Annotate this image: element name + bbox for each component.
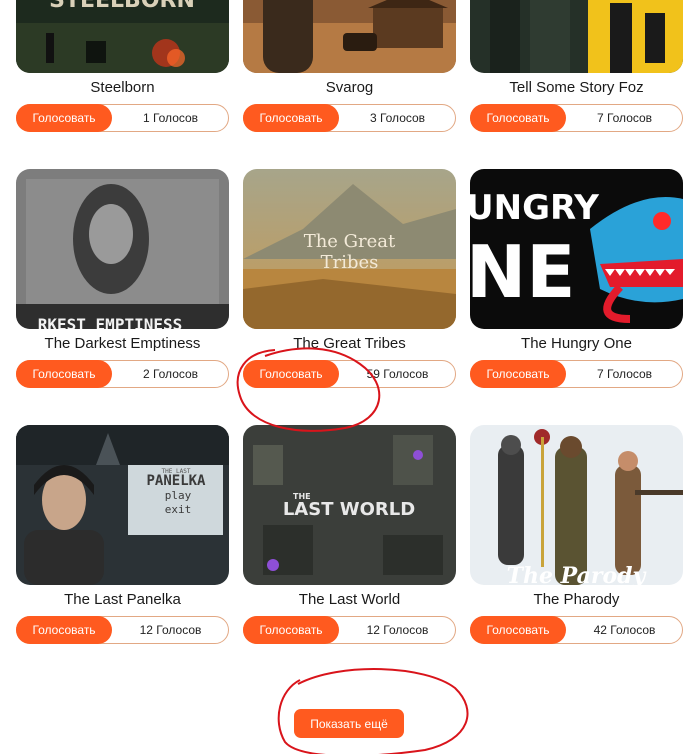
game-cover-text: The Parody (507, 563, 648, 585)
game-cover-image[interactable]: THE LAST WORLD (243, 425, 456, 585)
game-cover-text: exit (165, 503, 192, 516)
game-cover-text: NE (470, 230, 575, 314)
game-title[interactable]: The Great Tribes (243, 335, 456, 352)
vote-button[interactable]: Голосовать (16, 616, 112, 644)
game-cover-text: PANELKA (146, 473, 206, 489)
vote-count: 59 Голосов (366, 367, 429, 381)
vote-control: Голосовать 42 Голосов (470, 616, 683, 644)
vote-count: 7 Голосов (596, 111, 653, 125)
game-cover-image[interactable]: STEELBORN (16, 0, 229, 73)
game-cover-text: LAST WORLD (283, 499, 415, 520)
vote-count: 1 Голосов (142, 111, 199, 125)
vote-control: Голосовать 7 Голосов (470, 360, 683, 388)
game-title[interactable]: The Hungry One (470, 335, 683, 352)
vote-control: Голосовать 7 Голосов (470, 104, 683, 132)
vote-count: 7 Голосов (596, 367, 653, 381)
vote-count: 42 Голосов (593, 623, 656, 637)
game-cover-image[interactable]: The Parody (470, 425, 683, 585)
game-cover-text: The Great (303, 231, 396, 252)
vote-control: Голосовать 12 Голосов (16, 616, 229, 644)
game-title[interactable]: The Darkest Emptiness (16, 335, 229, 352)
vote-control: Голосовать 59 Голосов (243, 360, 456, 388)
game-cover-image[interactable] (243, 0, 456, 73)
game-title[interactable]: Tell Some Story Foz (470, 79, 683, 96)
game-title[interactable]: Steelborn (16, 79, 229, 96)
game-title[interactable]: The Last Panelka (16, 591, 229, 608)
game-cover-image[interactable] (470, 0, 683, 73)
vote-count: 12 Голосов (366, 623, 429, 637)
vote-count: 12 Голосов (139, 623, 202, 637)
game-cover-text: UNGRY (470, 188, 599, 228)
game-cover-text: RKEST EMPTINESS (38, 315, 183, 329)
vote-control: Голосовать 2 Голосов (16, 360, 229, 388)
vote-button[interactable]: Голосовать (243, 616, 339, 644)
vote-control: Голосовать 12 Голосов (243, 616, 456, 644)
game-cover-text: STEELBORN (49, 0, 195, 13)
vote-button[interactable]: Голосовать (470, 616, 566, 644)
vote-control: Голосовать 1 Голосов (16, 104, 229, 132)
game-cover-image[interactable]: The Great Tribes (243, 169, 456, 329)
game-title[interactable]: The Pharody (470, 591, 683, 608)
vote-button[interactable]: Голосовать (243, 360, 339, 388)
vote-count: 3 Голосов (369, 111, 426, 125)
game-title[interactable]: The Last World (243, 591, 456, 608)
vote-button[interactable]: Голосовать (243, 104, 339, 132)
vote-button[interactable]: Голосовать (470, 360, 566, 388)
game-cover-text: Tribes (320, 252, 379, 273)
vote-control: Голосовать 3 Голосов (243, 104, 456, 132)
game-cover-text: play (165, 489, 192, 502)
show-more-button[interactable]: Показать ещё (294, 709, 404, 738)
game-cover-image[interactable]: THE LAST PANELKA play exit (16, 425, 229, 585)
game-cover-image[interactable]: UNGRY NE (470, 169, 683, 329)
vote-button[interactable]: Голосовать (470, 104, 566, 132)
vote-count: 2 Голосов (142, 367, 199, 381)
vote-button[interactable]: Голосовать (16, 104, 112, 132)
game-title[interactable]: Svarog (243, 79, 456, 96)
game-cover-image[interactable]: RKEST EMPTINESS (16, 169, 229, 329)
vote-button[interactable]: Голосовать (16, 360, 112, 388)
